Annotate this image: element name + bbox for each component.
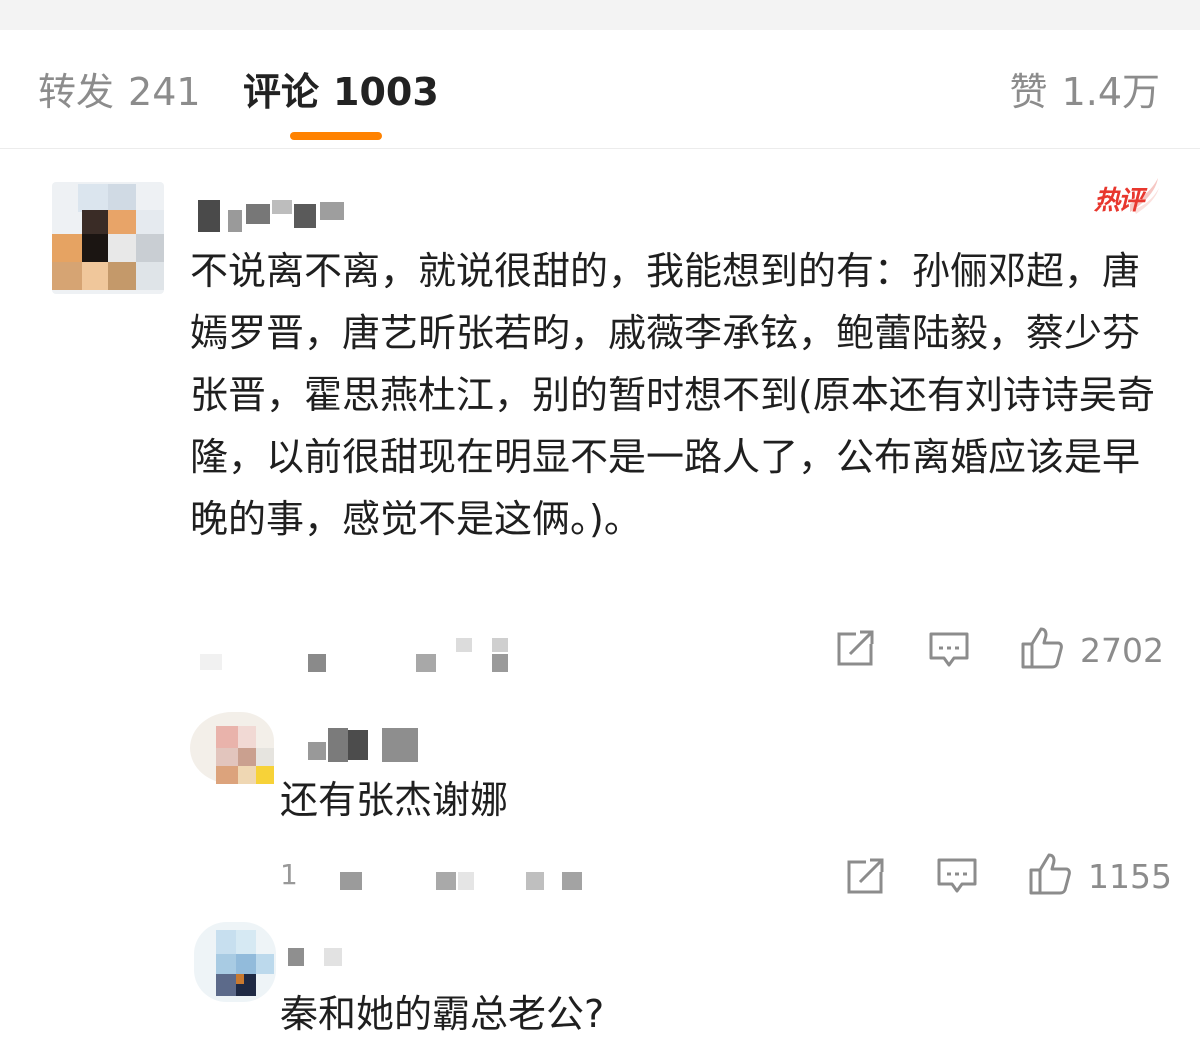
reply-text: 还有张杰谢娜: [280, 778, 509, 822]
thumbs-up-icon[interactable]: [1028, 852, 1072, 896]
tab-comments-count: 1003: [333, 70, 439, 114]
share-icon[interactable]: [836, 628, 876, 668]
comment-icon[interactable]: [928, 630, 970, 670]
active-tab-indicator: [290, 132, 382, 140]
comment-icon[interactable]: [936, 856, 978, 896]
tab-likes-count: 1.4万: [1061, 70, 1160, 114]
reply-username[interactable]: [288, 944, 358, 966]
hot-comment-label: 热评: [1094, 186, 1144, 216]
comment-meta: [200, 636, 520, 672]
reply-meta: [340, 870, 590, 892]
reply-number: 1: [280, 858, 298, 891]
share-icon[interactable]: [846, 856, 886, 896]
tab-likes[interactable]: 赞 1.4万: [1010, 70, 1160, 114]
thumbs-up-icon[interactable]: [1020, 626, 1064, 670]
tab-comments-label: 评论: [243, 70, 320, 114]
tab-comments[interactable]: 评论 1003: [243, 70, 439, 114]
tab-repost[interactable]: 转发 241: [38, 70, 201, 114]
reply-username[interactable]: [308, 728, 420, 762]
like-count: 2702: [1080, 631, 1164, 670]
username[interactable]: [198, 200, 348, 232]
tab-repost-label: 转发: [38, 70, 115, 114]
comment-text: 不说离不离，就说很甜的，我能想到的有：孙俪邓超，唐嫣罗晋，唐艺昕张若昀，戚薇李承…: [190, 249, 1155, 541]
hot-comment-badge: 热评: [1090, 176, 1160, 220]
top-strip: [0, 0, 1200, 30]
like-count: 1155: [1088, 857, 1172, 896]
reply-avatar[interactable]: [190, 712, 274, 784]
tab-bar: 转发 241 评论 1003 赞 1.4万: [0, 30, 1200, 149]
avatar[interactable]: [52, 182, 164, 294]
reply-avatar[interactable]: [194, 922, 276, 1002]
tab-likes-label: 赞: [1009, 70, 1048, 114]
reply-text: 秦和她的霸总老公?: [280, 992, 605, 1036]
tab-repost-count: 241: [128, 70, 201, 114]
